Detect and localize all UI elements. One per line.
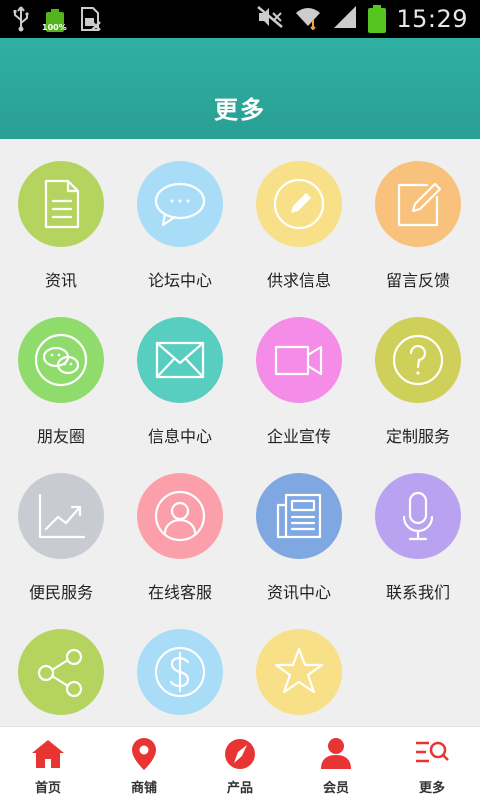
grid-item[interactable] [1,607,121,726]
grid-item[interactable]: 在线客服 [120,451,240,607]
grid-item-label: 定制服务 [385,427,450,446]
usb-icon [12,6,30,36]
person-icon [321,738,351,769]
nav-item-3[interactable]: 会员 [288,727,384,800]
trend-chart-icon [18,473,104,559]
grid-item[interactable]: 资讯中心 [239,451,359,607]
grid-item[interactable]: 信息中心 [120,295,240,451]
share-icon [18,629,104,715]
video-camera-icon [256,317,342,403]
nav-item-label: 商铺 [130,781,157,796]
nav-item-2[interactable]: 产品 [192,727,288,800]
grid-item-label: 资讯中心 [266,583,331,602]
grid-item-label: 在线客服 [147,583,212,602]
star-icon [256,629,342,715]
microphone-icon [375,473,461,559]
grid-item-label: 资讯 [44,271,77,290]
grid-item[interactable]: 联系我们 [358,451,478,607]
app-header: 更多 [0,38,480,139]
battery-icon [368,5,387,33]
grid-item[interactable]: 论坛中心 [120,139,240,295]
document-icon [18,161,104,247]
grid-item-label: 便民服务 [28,583,93,602]
signal-icon [332,4,358,34]
grid-item[interactable]: 定制服务 [358,295,478,451]
grid-item[interactable]: 资讯 [1,139,121,295]
newspaper-icon [256,473,342,559]
grid-item[interactable]: 便民服务 [1,451,121,607]
feature-grid: 资讯 论坛中心 供求信息 留言反馈朋友圈 信息中心 企业宣传 定制服务便民服务 在线客服 资讯中… [0,139,480,726]
wechat-icon [18,317,104,403]
dollar-icon [137,629,223,715]
pencil-icon [256,161,342,247]
grid-item[interactable]: 留言反馈 [358,139,478,295]
menu-search-icon [416,741,449,763]
grid-item[interactable] [120,607,240,726]
grid-item[interactable]: 企业宣传 [239,295,359,451]
compass-icon [225,739,255,769]
user-circle-icon [137,473,223,559]
home-icon [32,740,64,768]
page-title: 更多 [214,96,266,124]
wifi-icon [294,4,322,34]
bottom-nav: 首页 商铺 产品 会员 更多 [0,726,480,800]
battery-percent: 100% [42,23,67,32]
grid-item-label: 企业宣传 [266,427,331,446]
sim-icon [80,6,102,36]
nav-item-1[interactable]: 商铺 [96,727,192,800]
battery-icon: 100% [42,9,67,33]
nav-item-label: 产品 [226,781,253,796]
grid-item[interactable]: 供求信息 [239,139,359,295]
grid-item[interactable]: 朋友圈 [1,295,121,451]
grid-item-label: 朋友圈 [36,427,85,446]
nav-item-label: 更多 [418,781,445,796]
chat-bubble-icon [137,161,223,247]
question-icon [375,317,461,403]
grid-item[interactable] [239,607,359,726]
mute-icon [256,5,284,33]
envelope-icon [137,317,223,403]
nav-item-4[interactable]: 更多 [384,727,480,800]
clock: 15:29 [396,5,468,33]
grid-item-label: 论坛中心 [147,271,212,290]
grid-item-label: 留言反馈 [385,271,450,290]
nav-item-0[interactable]: 首页 [0,727,96,800]
nav-item-label: 会员 [322,781,349,796]
grid-item-label: 信息中心 [147,427,212,446]
grid-item-label: 联系我们 [385,583,450,602]
nav-item-label: 首页 [34,781,61,796]
location-pin-icon [132,738,156,770]
grid-item-label: 供求信息 [266,271,331,290]
status-bar: 100% 15:29 [0,0,480,38]
edit-icon [375,161,461,247]
